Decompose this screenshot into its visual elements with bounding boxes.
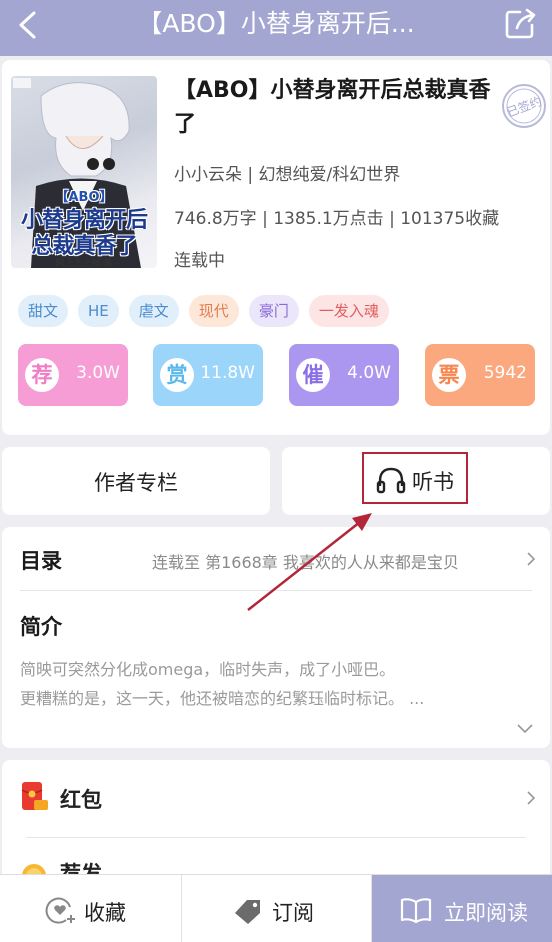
favorite-label: 收藏 [84,901,126,925]
book-cover[interactable]: 【ABO】 小替身离开后 总裁真香了 网上上上贼/著 [11,76,157,268]
intro-text[interactable]: 简映可突然分化成omega，临时失声，成了小哑巴。 更糟糕的是，这一天，他还被暗… [20,655,520,713]
author-category[interactable]: 小小云朵 | 幻想纯爱/科幻世界 [174,160,400,185]
read-now-label: 立即阅读 [444,901,528,925]
open-book-icon [400,898,432,924]
listen-highlight-box: 听书 [362,452,468,504]
intro-line-1: 简映可突然分化成omega，临时失声，成了小哑巴。 [20,660,396,679]
tag-item[interactable]: 虐文 [128,295,179,327]
hongbao-label[interactable]: 红包 [60,784,102,814]
bottom-action-bar: 收藏 订阅 立即阅读 [0,874,552,942]
tag-list: 甜文 HE 虐文 现代 豪门 一发入魂 [18,295,389,327]
chevron-right-icon[interactable] [526,551,536,567]
tag-item[interactable]: 一发入魂 [308,295,389,327]
urge-counter-button[interactable]: 催 4.0W [289,344,399,406]
tag-item[interactable]: 甜文 [18,295,69,327]
recommend-icon: 荐 [25,358,59,392]
author-column-button[interactable]: 作者专栏 [2,447,270,515]
top-bar: 【ABO】小替身离开后... [0,0,552,56]
vote-counter-button[interactable]: 票 5942 [425,344,535,406]
chevron-right-icon[interactable] [526,790,536,806]
tip-icon: 赏 [160,358,194,392]
book-stats: 746.8万字 | 1385.1万点击 | 101375收藏 [174,209,500,229]
vote-count: 5942 [483,363,527,383]
share-icon[interactable] [504,6,538,40]
cover-author-line: 网上上上贼/著 [55,259,113,268]
recommend-count: 3.0W [76,363,120,383]
headphones-icon [376,467,406,494]
toc-latest-chapter[interactable]: 连载至 第1668章 我喜欢的人从来都是宝贝 [152,549,459,573]
intro-title: 简介 [20,615,62,639]
subscribe-button[interactable]: 订阅 [182,875,372,942]
urge-icon: 催 [296,358,330,392]
book-info-card: 【ABO】 小替身离开后 总裁真香了 网上上上贼/著 【ABO】小替身离开后总裁… [2,60,550,435]
page-title: 【ABO】小替身离开后... [137,9,415,38]
tip-counter-button[interactable]: 赏 11.8W [153,344,263,406]
tip-count: 11.8W [200,363,255,383]
favorite-button[interactable]: 收藏 [0,875,182,942]
listen-label: 听书 [412,470,454,494]
signed-stamp-icon: 已签约 [502,84,546,128]
add-favorite-icon [45,897,75,924]
read-now-button[interactable]: 立即阅读 [372,875,552,942]
vote-icon: 票 [432,358,466,392]
tag-item[interactable]: 现代 [188,295,239,327]
toc-title[interactable]: 目录 [20,545,62,575]
red-envelope-icon [21,782,48,810]
toc-intro-card: 目录 连载至 第1668章 我喜欢的人从来都是宝贝 简介 简映可突然分化成ome… [2,527,550,748]
listen-button[interactable]: 听书 [282,447,550,515]
book-title: 【ABO】小替身离开后总裁真香了 [174,78,491,137]
author-column-label: 作者专栏 [94,471,178,495]
urge-count: 4.0W [347,363,391,383]
divider [20,590,532,591]
tag-item[interactable]: 豪门 [248,295,299,327]
tag-item[interactable]: HE [78,295,119,327]
book-status: 连载中 [174,251,225,271]
chevron-down-icon[interactable] [516,723,534,735]
tag-icon [235,900,260,924]
rewards-card: 红包 荐发 [2,760,550,880]
intro-line-2: 更糟糕的是，这一天，他还被暗恋的纪繁珏临时标记。 ... [20,689,425,708]
divider [26,837,526,838]
back-arrow-icon[interactable] [14,10,42,40]
recommend-counter-button[interactable]: 荐 3.0W [18,344,128,406]
subscribe-label: 订阅 [272,901,314,925]
